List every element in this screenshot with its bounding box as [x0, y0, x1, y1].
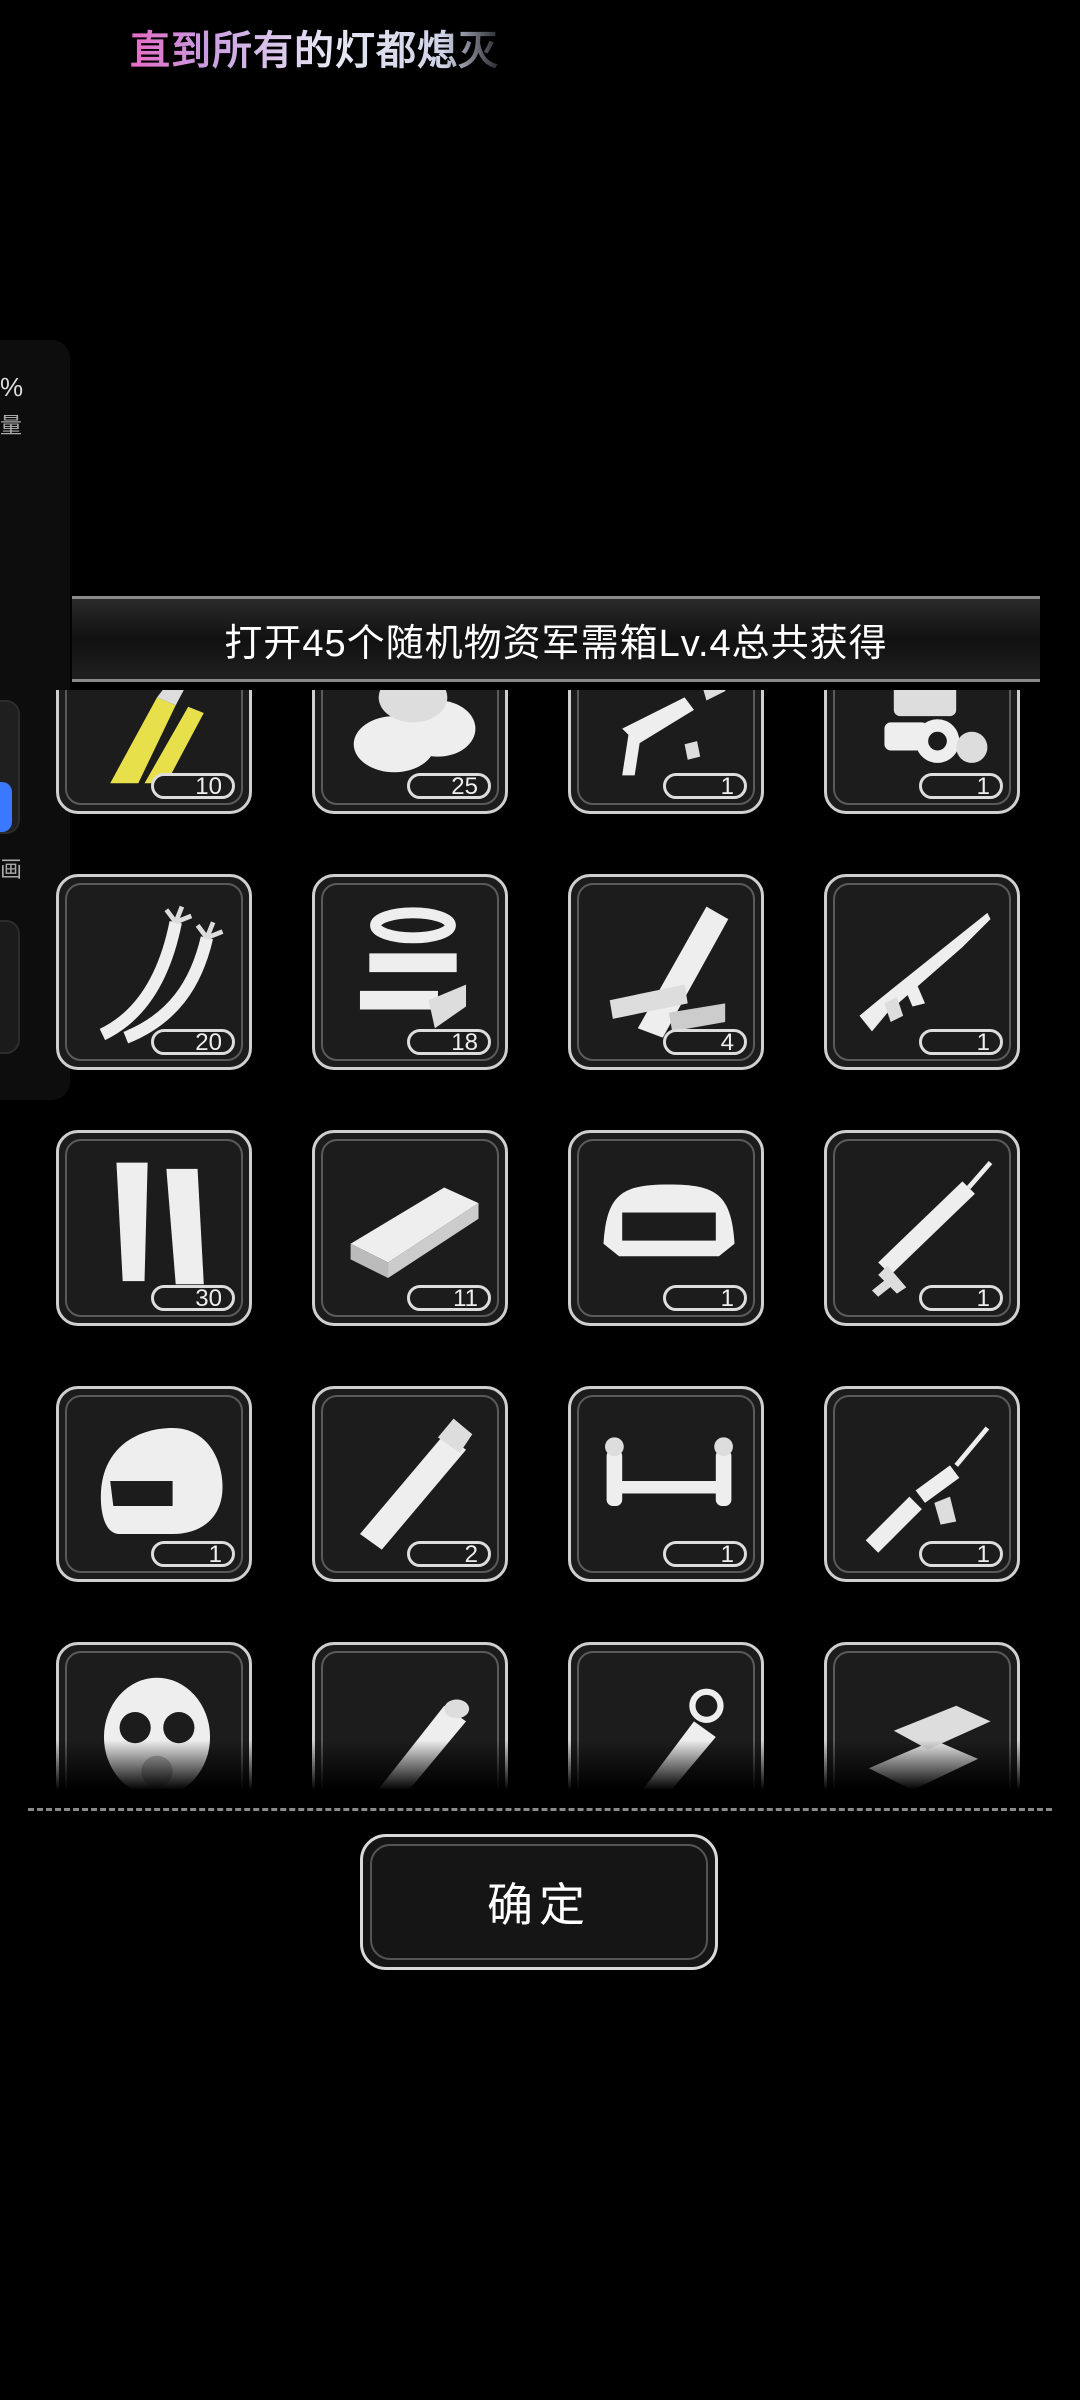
item-count: 1	[663, 1285, 747, 1311]
reward-grid[interactable]: 10 25 1 1 20 18 4 1 30 11 1 1 1 2 1 1	[40, 690, 1040, 1790]
reward-item[interactable]: 11	[312, 1130, 508, 1326]
wood-planks-icon	[609, 906, 729, 1038]
assault-rifle-icon	[859, 912, 991, 1032]
item-count: 1	[919, 1285, 1003, 1311]
pipe-icon	[359, 1418, 473, 1550]
volume-slider[interactable]	[0, 700, 20, 834]
helmet-icon	[100, 1427, 223, 1535]
reward-item[interactable]: 1	[824, 690, 1020, 814]
reward-item[interactable]: 18	[312, 874, 508, 1070]
reward-item[interactable]: 30	[56, 1130, 252, 1326]
rifle-parts-icon	[865, 1426, 990, 1553]
brightness-percent: %	[0, 372, 24, 402]
item-count: 20	[151, 1029, 235, 1055]
reward-item[interactable]: 1	[824, 1386, 1020, 1582]
wires-icon	[99, 905, 224, 1044]
item-count: 30	[151, 1285, 235, 1311]
reward-item[interactable]: 1	[824, 874, 1020, 1070]
item-count: 1	[663, 773, 747, 799]
reward-title: 打开45个随机物资军需箱Lv.4总共获得	[224, 622, 888, 665]
item-count: 10	[151, 773, 235, 799]
item-count: 4	[663, 1029, 747, 1055]
confirm-label: 确定	[487, 1879, 591, 1931]
reward-item[interactable]: 1	[568, 1130, 764, 1326]
picture-label: 画	[0, 857, 23, 882]
reward-item[interactable]: 2	[312, 1386, 508, 1582]
bumper-icon	[603, 1184, 735, 1257]
tape-rolls-icon	[359, 907, 467, 1029]
volume-label: 量	[0, 413, 23, 438]
reward-title-banner: 打开45个随机物资军需箱Lv.4总共获得	[72, 596, 1040, 682]
item-count: 11	[407, 1285, 491, 1311]
caulk-gun-icon	[871, 1161, 993, 1297]
divider	[28, 1808, 1052, 1811]
reward-item[interactable]: 1	[56, 1386, 252, 1582]
side-toggle-button[interactable]	[0, 920, 20, 1054]
item-count: 2	[407, 1541, 491, 1567]
reward-item[interactable]: 10	[56, 690, 252, 814]
reward-item[interactable]: 1	[568, 690, 764, 814]
item-count: 25	[407, 773, 491, 799]
item-count: 1	[919, 1029, 1003, 1055]
lyric-text: 直到所有的灯都熄灭	[130, 18, 499, 76]
ammo-magazines-icon	[116, 1162, 204, 1285]
item-count: 1	[151, 1541, 235, 1567]
confirm-button[interactable]: 确定	[360, 1834, 718, 1970]
reward-item[interactable]: 25	[312, 690, 508, 814]
item-count: 18	[407, 1029, 491, 1055]
metal-plate-icon	[350, 1187, 479, 1279]
reward-item[interactable]: 20	[56, 874, 252, 1070]
volume-slider-fill	[0, 782, 12, 832]
reward-item[interactable]: 4	[568, 874, 764, 1070]
item-count: 1	[919, 1541, 1003, 1567]
item-count: 1	[663, 1541, 747, 1567]
item-count: 1	[919, 773, 1003, 799]
grid-fade	[40, 1740, 1040, 1790]
reward-item[interactable]: 1	[568, 1386, 764, 1582]
car-axle-icon	[605, 1437, 733, 1506]
reward-item[interactable]: 1	[824, 1130, 1020, 1326]
